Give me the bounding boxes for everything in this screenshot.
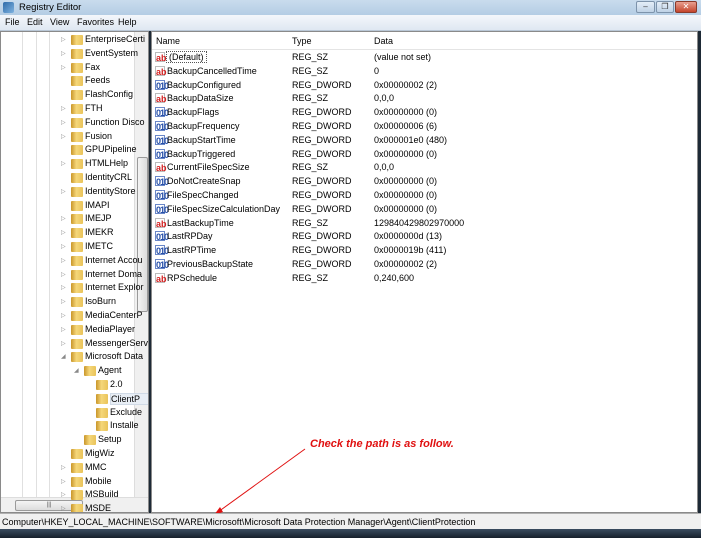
status-bar: Computer\HKEY_LOCAL_MACHINE\SOFTWARE\Mic… <box>0 513 701 529</box>
annotation-arrow <box>214 448 306 515</box>
taskbar <box>0 529 701 538</box>
status-path: Computer\HKEY_LOCAL_MACHINE\SOFTWARE\Mic… <box>2 517 476 527</box>
annotation-text: Check the path is as follow. <box>310 438 454 450</box>
